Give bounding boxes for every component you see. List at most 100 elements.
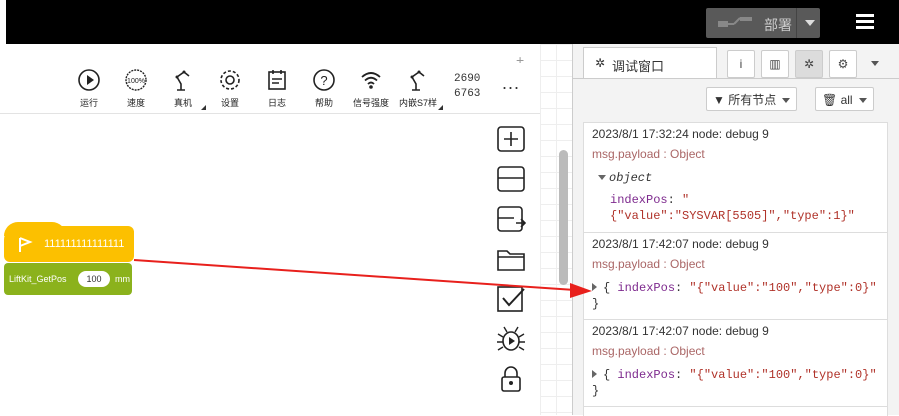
toolbar-help[interactable]: ? 帮助 xyxy=(301,68,347,109)
chevron-down-icon xyxy=(782,98,791,104)
message-meta: 2023/8/1 17:42:07 node: debug 9 xyxy=(592,324,769,338)
node-filter-select[interactable]: ▼ 所有节点 xyxy=(706,87,798,111)
toolbar-label: 运行 xyxy=(79,98,98,108)
panel-menu-dropdown-icon[interactable] xyxy=(871,61,879,66)
deploy-icon xyxy=(718,17,752,27)
caret-right-icon xyxy=(592,370,597,378)
debug-message[interactable]: 2023/8/1 17:42:07 node: debug 9 msg.payl… xyxy=(584,320,887,407)
bug-icon: ✲ xyxy=(595,56,606,70)
object-toggle[interactable]: { indexPos: "{"value":"100","type":0}" xyxy=(592,281,877,295)
save-icon[interactable] xyxy=(496,165,526,193)
node-filter-label: 所有节点 xyxy=(728,93,777,107)
liftkit-getpos-block[interactable]: LiftKit_GetPos 100 mm xyxy=(4,263,132,295)
number-line: 2690 xyxy=(454,73,481,85)
toolbar-embedded-s7[interactable]: 内嵌S7样 xyxy=(395,68,441,109)
message-topic: msg.payload : Object xyxy=(592,344,705,358)
toolbar-run[interactable]: 运行 xyxy=(66,68,112,109)
property-value: "{"value":"100","type":0}" xyxy=(689,368,877,382)
gear-icon xyxy=(220,70,240,90)
caret-down-icon xyxy=(598,175,606,181)
object-open-brace: { xyxy=(603,368,611,382)
filter-icon: ▼ xyxy=(713,93,725,107)
open-folder-icon[interactable] xyxy=(496,245,526,273)
message-topic: msg.payload : Object xyxy=(592,257,705,271)
wifi-icon xyxy=(361,72,381,89)
event-block[interactable]: 111111111111111 xyxy=(4,226,134,262)
object-type: object xyxy=(609,171,653,185)
more-icon[interactable]: ... xyxy=(502,73,520,94)
help-icon: ? xyxy=(313,69,335,91)
debug-button[interactable]: ✲ xyxy=(795,50,823,78)
object-toggle[interactable]: { indexPos: "{"value":"100","type":0}" xyxy=(592,368,877,382)
object-close-brace: } xyxy=(592,384,600,398)
toolbar-label: 速度 xyxy=(126,98,145,108)
block-toolbar: 运行 100% 速度 真机 设置 日志 ? 帮助 信号强度 内嵌S7样 2690… xyxy=(0,63,540,114)
toolbar-label: 真机 xyxy=(173,98,192,108)
event-block-label: 111111111111111 xyxy=(44,238,125,250)
object-open-brace: { xyxy=(603,281,611,295)
debug-bug-icon[interactable] xyxy=(496,325,526,353)
deploy-button[interactable]: 部署 xyxy=(706,8,820,38)
bug-icon: ✲ xyxy=(803,57,815,71)
message-meta: 2023/8/1 17:42:07 node: debug 9 xyxy=(592,237,769,251)
toolbar-real-machine[interactable]: 真机 xyxy=(160,68,206,109)
debug-message-list[interactable]: 2023/8/1 17:32:24 node: debug 9 msg.payl… xyxy=(583,122,888,416)
lock-icon[interactable] xyxy=(496,365,526,393)
real-machine-dropdown-icon[interactable] xyxy=(201,105,206,110)
toolbar-settings[interactable]: 设置 xyxy=(207,68,253,109)
deploy-dropdown-icon[interactable] xyxy=(805,20,815,26)
clear-filter-label: all xyxy=(840,93,853,107)
play-icon xyxy=(78,69,100,91)
embedded-s7-dropdown-icon[interactable] xyxy=(438,105,443,110)
speed-icon: 100% xyxy=(125,69,147,91)
chevron-down-icon xyxy=(858,98,867,104)
tab-label: 调试窗口 xyxy=(612,59,665,74)
info-button[interactable]: i xyxy=(727,50,755,78)
help-book-button[interactable]: ▥ xyxy=(761,50,789,78)
property-key: indexPos xyxy=(617,281,676,295)
robot-arm-icon xyxy=(175,70,190,91)
toolbar-number-readout: 2690 6763 xyxy=(454,72,480,102)
left-gutter xyxy=(0,0,6,44)
add-block-icon[interactable] xyxy=(496,125,526,153)
top-bar: 部署 xyxy=(0,0,899,44)
property-value-continued: {"value":"SYSVAR[5505]","type":1}" xyxy=(610,209,855,223)
toolbar-label: 信号强度 xyxy=(352,98,389,108)
clear-filter-select[interactable]: 🗑 all xyxy=(815,87,874,111)
debug-filters: ▼ 所有节点 🗑 all xyxy=(573,78,899,123)
config-button[interactable]: ⚙ xyxy=(829,50,857,78)
toolbar-label: 帮助 xyxy=(314,98,333,108)
debug-panel-scrollbar[interactable] xyxy=(888,122,899,415)
toolbar-log[interactable]: 日志 xyxy=(254,68,300,109)
block-value-input[interactable]: 100 xyxy=(78,271,110,287)
save-as-icon[interactable] xyxy=(496,205,526,233)
debug-message[interactable]: 2023/8/1 17:32:24 node: debug 9 msg.payl… xyxy=(584,123,887,233)
number-line: 6763 xyxy=(454,88,481,100)
caret-right-icon xyxy=(592,283,597,291)
workspace-scrollbar[interactable] xyxy=(559,150,568,285)
debug-message[interactable]: 2023/8/1 17:42:07 node: debug 9 msg.payl… xyxy=(584,233,887,320)
property-value: "{"value":"100","type":0}" xyxy=(689,281,877,295)
property-value: " xyxy=(682,193,690,207)
tab-debug[interactable]: ✲ 调试窗口 xyxy=(583,47,717,79)
toolbar-signal[interactable]: 信号强度 xyxy=(348,68,394,109)
hamburger-menu-icon[interactable] xyxy=(856,14,874,30)
svg-text:?: ? xyxy=(320,73,327,88)
canvas-side-tools xyxy=(496,125,532,405)
message-meta: 2023/8/1 17:32:24 node: debug 9 xyxy=(592,127,769,141)
toolbar-label: 设置 xyxy=(220,98,239,108)
toolbar-speed[interactable]: 100% 速度 xyxy=(113,68,159,109)
robot-arm-icon xyxy=(410,70,425,91)
block-unit: mm xyxy=(115,274,130,284)
message-topic: msg.payload : Object xyxy=(592,147,705,161)
book-icon: ▥ xyxy=(769,57,781,71)
log-icon xyxy=(268,70,286,90)
debug-sidebar: ✲ 调试窗口 i ▥ ✲ ⚙ ▼ 所有节点 🗑 all 2023/8/1 17:… xyxy=(572,44,899,416)
info-icon: i xyxy=(739,57,743,71)
check-list-icon[interactable] xyxy=(496,285,526,313)
object-toggle[interactable]: object xyxy=(598,171,652,185)
toolbar-label: 日志 xyxy=(267,98,286,108)
deploy-label: 部署 xyxy=(764,17,792,33)
speed-badge: 100% xyxy=(127,78,145,85)
deploy-separator xyxy=(796,8,797,38)
